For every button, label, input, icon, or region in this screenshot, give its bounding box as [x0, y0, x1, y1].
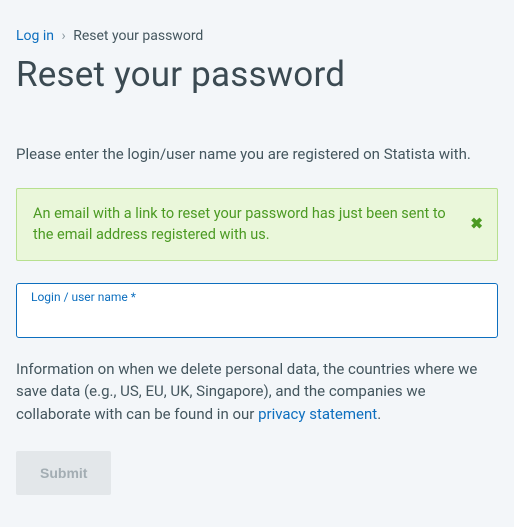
success-alert-message: An email with a link to reset your passw… — [33, 205, 446, 244]
submit-button[interactable]: Submit — [16, 451, 111, 495]
login-field-wrapper[interactable]: Login / user name * — [16, 283, 498, 338]
breadcrumb-separator: › — [57, 28, 69, 44]
success-alert: An email with a link to reset your passw… — [16, 188, 498, 262]
privacy-info-suffix: . — [377, 405, 381, 423]
breadcrumb-login-link[interactable]: Log in — [16, 28, 54, 44]
breadcrumb: Log in › Reset your password — [16, 28, 498, 44]
close-icon[interactable]: ✖ — [470, 217, 483, 232]
login-field-label: Login / user name * — [31, 290, 483, 304]
privacy-info-prefix: Information on when we delete personal d… — [16, 360, 477, 423]
login-input[interactable] — [31, 307, 483, 327]
privacy-info: Information on when we delete personal d… — [16, 358, 498, 426]
intro-text: Please enter the login/user name you are… — [16, 143, 498, 166]
page-title: Reset your password — [16, 54, 498, 95]
breadcrumb-current: Reset your password — [73, 28, 203, 44]
privacy-statement-link[interactable]: privacy statement — [258, 405, 377, 423]
